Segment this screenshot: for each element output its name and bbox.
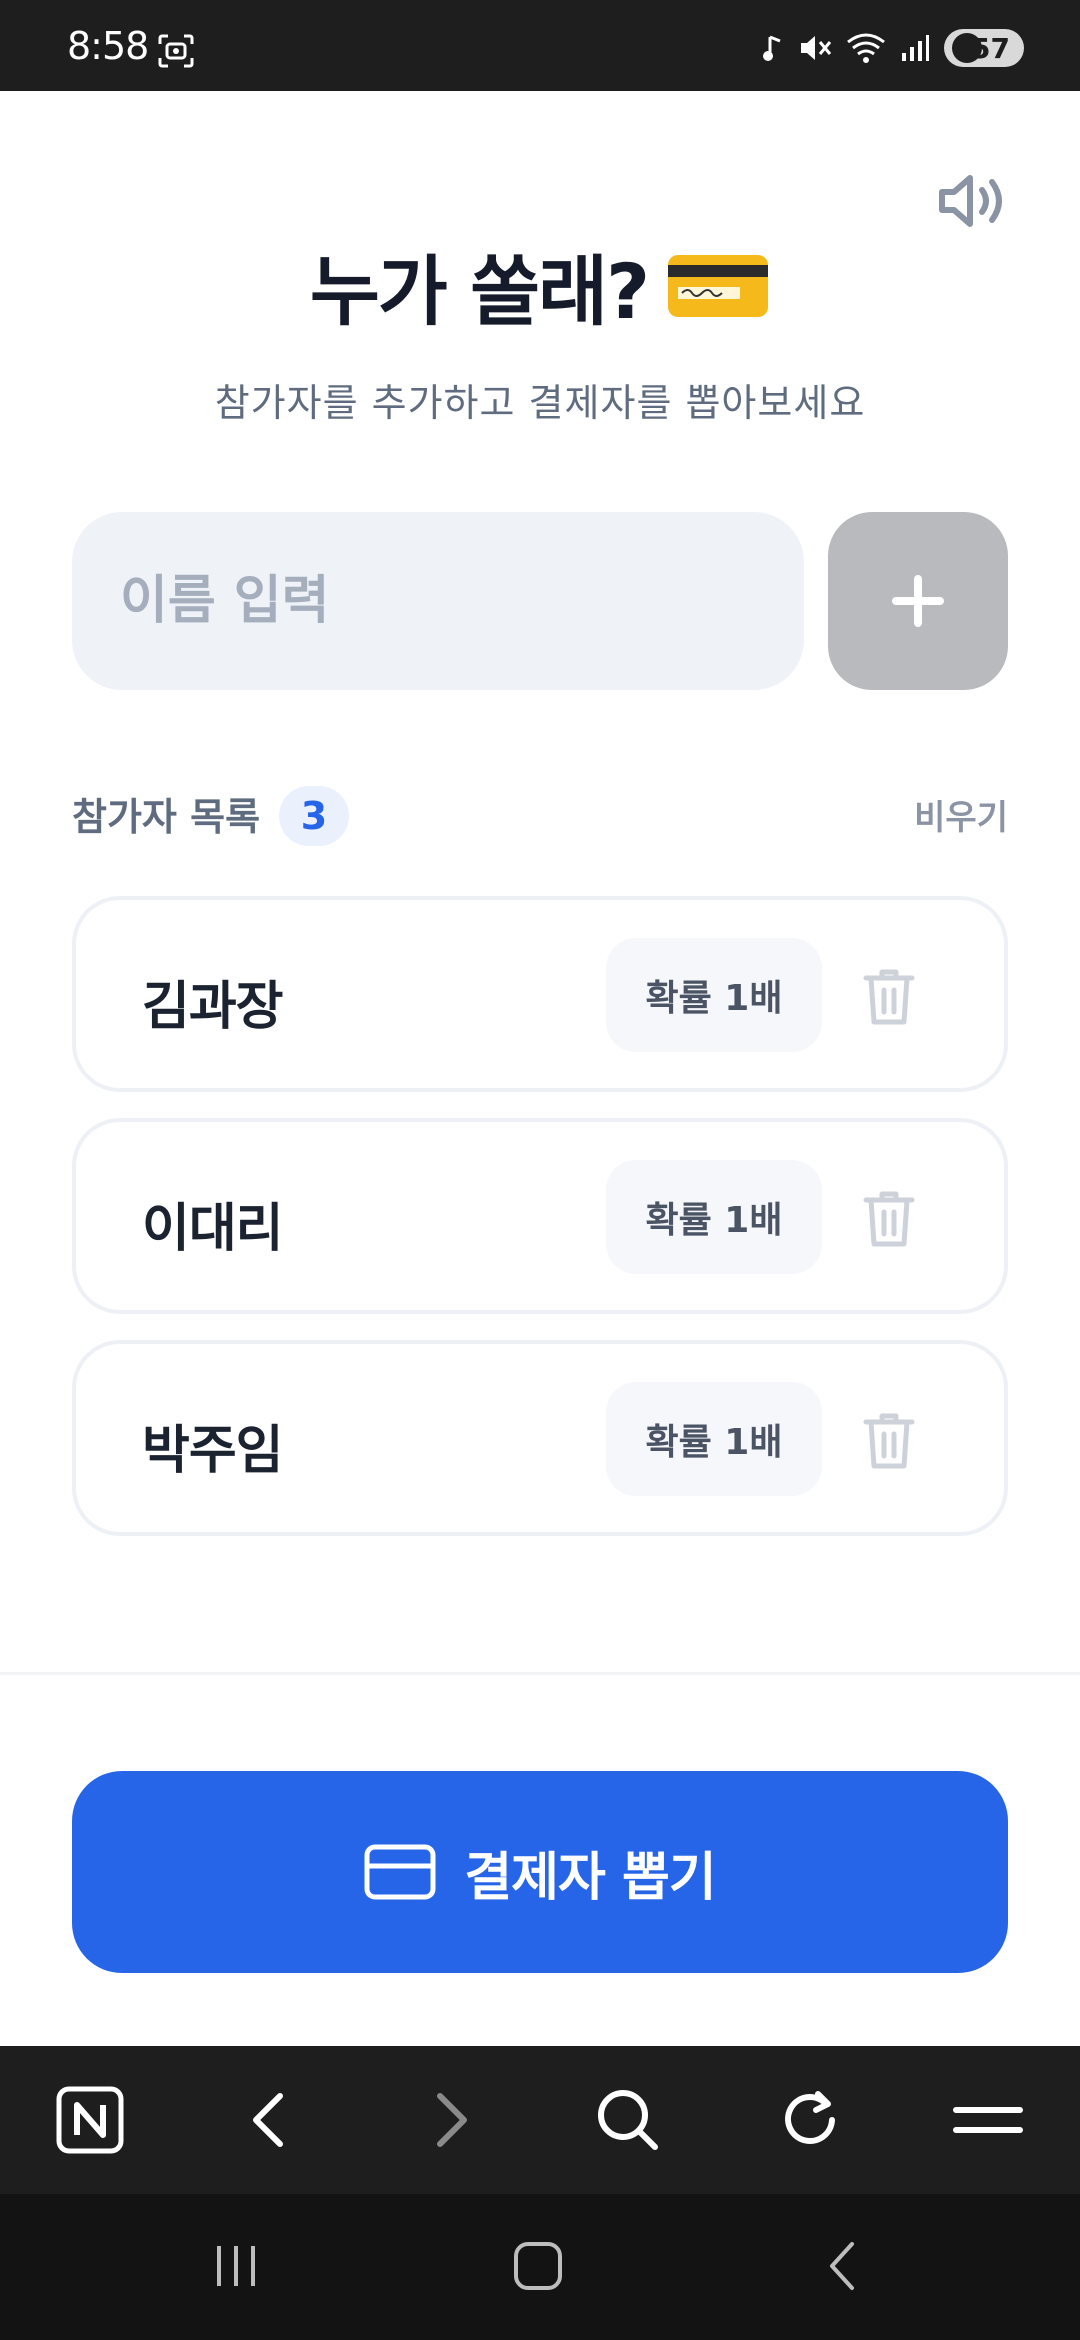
- trash-icon[interactable]: [860, 1188, 918, 1250]
- page-subtitle: 참가자를 추가하고 결제자를 뽑아보세요: [214, 381, 866, 425]
- screenshot-icon: [158, 34, 194, 68]
- page-title: 누가 쏠래?: [309, 247, 650, 336]
- trash-icon[interactable]: [860, 966, 918, 1028]
- forward-icon[interactable]: [414, 2082, 490, 2158]
- participant-name: 박주임: [142, 1421, 284, 1481]
- draw-payer-label: 결제자 뽑기: [464, 1847, 716, 1908]
- add-participant-button[interactable]: [828, 512, 1008, 690]
- clear-list-button[interactable]: 비우기: [914, 790, 1008, 839]
- participant-count-badge: 3: [279, 786, 349, 846]
- refresh-icon[interactable]: [772, 2082, 848, 2158]
- status-icons: 57: [762, 28, 1024, 68]
- home-icon[interactable]: [506, 2234, 570, 2298]
- participant-name: 이대리: [142, 1199, 284, 1259]
- participant-card: 이대리 확률 1배: [72, 1118, 1008, 1314]
- participant-name: 김과장: [142, 977, 284, 1037]
- wifi-icon: [847, 33, 885, 63]
- status-time: 8:58: [67, 24, 149, 68]
- participant-card: 박주임 확률 1배: [72, 1340, 1008, 1536]
- menu-icon[interactable]: [950, 2082, 1026, 2158]
- speaker-icon[interactable]: [936, 170, 1012, 232]
- naver-home-icon[interactable]: [52, 2082, 128, 2158]
- back-icon[interactable]: [230, 2082, 306, 2158]
- signal-icon: [902, 35, 929, 61]
- mute-icon: [801, 36, 832, 60]
- draw-payer-button[interactable]: 결제자 뽑기: [72, 1771, 1008, 1973]
- search-icon[interactable]: [590, 2082, 666, 2158]
- probability-button[interactable]: 확률 1배: [606, 1382, 822, 1496]
- power-saving-icon: [952, 33, 982, 63]
- plus-icon: [892, 575, 944, 627]
- music-note-icon: [763, 35, 781, 61]
- name-input[interactable]: [72, 512, 804, 690]
- trash-icon[interactable]: [860, 1410, 918, 1472]
- probability-button[interactable]: 확률 1배: [606, 1160, 822, 1274]
- browser-toolbar: [0, 2046, 1080, 2194]
- credit-card-icon: [364, 1844, 436, 1900]
- recent-apps-icon[interactable]: [204, 2234, 268, 2298]
- title-row: 누가 쏠래?: [0, 230, 1080, 340]
- system-navigation-bar: [0, 2194, 1080, 2340]
- battery-icon: 57: [944, 29, 1024, 67]
- probability-button[interactable]: 확률 1배: [606, 938, 822, 1052]
- credit-card-emoji: [668, 255, 769, 317]
- system-back-icon[interactable]: [810, 2234, 874, 2298]
- participants-label: 참가자 목록: [72, 795, 261, 839]
- status-bar: 8:58 57: [0, 0, 1080, 91]
- participant-card: 김과장 확률 1배: [72, 896, 1008, 1092]
- divider: [0, 1672, 1080, 1675]
